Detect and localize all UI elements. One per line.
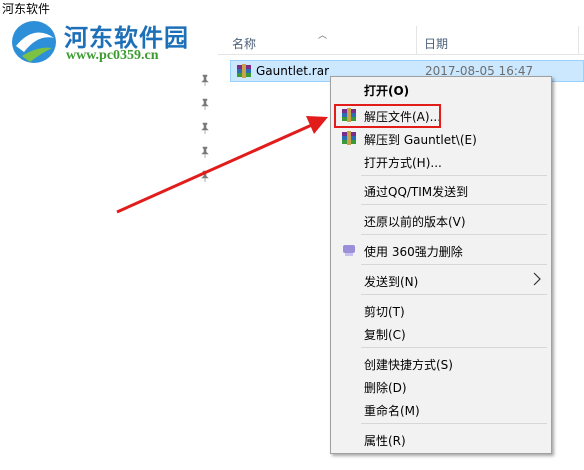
annotation-arrow-icon (116, 116, 328, 214)
